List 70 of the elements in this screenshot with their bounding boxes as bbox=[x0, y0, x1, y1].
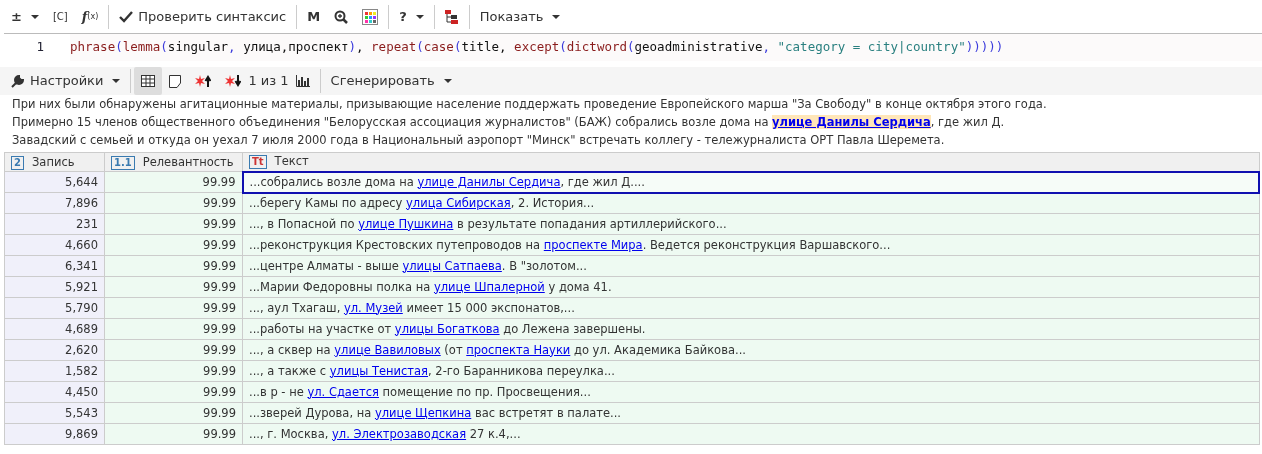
plus-minus-button[interactable]: ± bbox=[4, 2, 46, 31]
table-cell: 9,869 bbox=[4, 423, 105, 445]
table-cell: 1,582 bbox=[4, 360, 105, 382]
bar-chart-icon bbox=[295, 75, 310, 87]
table-cell: 6,341 bbox=[4, 255, 105, 277]
link[interactable]: улице Данилы Сердича bbox=[772, 115, 931, 129]
table-cell: 7,896 bbox=[4, 192, 105, 214]
link[interactable]: улице Вавиловых bbox=[334, 342, 441, 357]
check-syntax-button[interactable]: Проверить синтаксис bbox=[112, 2, 294, 31]
link[interactable]: улице Щепкина bbox=[374, 405, 472, 420]
text-cell[interactable]: ...берегу Камы по адресу улица Сибирская, 2. История... bbox=[242, 192, 1259, 214]
text-cell[interactable]: ...центре Алматы - выше улицы Сатпаева. В "золотом... bbox=[242, 255, 1259, 277]
link[interactable]: ул. Электрозаводская bbox=[332, 426, 467, 441]
table-cell: 4,660 bbox=[4, 234, 105, 256]
text-cell[interactable]: ...собрались возле дома на улице Данилы Сердича, где жил Д.... bbox=[242, 171, 1259, 193]
link[interactable]: улицы Богаткова bbox=[394, 321, 500, 336]
text-cell[interactable]: ..., г. Москва, ул. Электрозаводская 27 к.4,... bbox=[242, 423, 1259, 445]
column-header[interactable]: Релевантность bbox=[142, 154, 234, 169]
column-type-icon: 2 bbox=[11, 155, 24, 170]
show-button[interactable]: Показать bbox=[472, 2, 568, 31]
link[interactable]: улицы Сатпаева bbox=[402, 258, 502, 273]
star-down-icon bbox=[225, 74, 242, 88]
text-cell[interactable]: ...в р - не ул. Сдается помещение по пр. Просвещения... bbox=[242, 381, 1259, 403]
link[interactable]: ул. Сдается bbox=[307, 384, 379, 399]
table-cell: 4,450 bbox=[4, 381, 105, 403]
text-cell[interactable]: ..., а сквер на улице Вавиловых (от проспекта Науки до ул. Академика Байкова... bbox=[242, 339, 1259, 361]
bracket-button[interactable]: [C] bbox=[45, 2, 75, 31]
settings-button[interactable]: Настройки bbox=[4, 67, 128, 95]
table-cell: 231 bbox=[4, 213, 105, 235]
star-up-icon bbox=[195, 74, 212, 88]
preview-text: При них были обнаружены агитационные материалы, призывающие население поддержать проведение Европейского марша "За Свободу" в конце октября этого года. bbox=[12, 96, 1048, 113]
column-header[interactable]: Запись bbox=[31, 154, 75, 169]
search-icon bbox=[334, 9, 349, 24]
table-cell: 4,689 bbox=[4, 318, 105, 340]
letter-button[interactable]: ? bbox=[392, 2, 431, 31]
link[interactable]: улице Пушкина bbox=[358, 216, 454, 231]
link[interactable]: улица Сибирская bbox=[406, 195, 511, 210]
link[interactable]: проспекта Науки bbox=[466, 342, 571, 357]
note-icon bbox=[169, 74, 182, 88]
check-icon bbox=[119, 10, 134, 23]
color-grid-icon bbox=[362, 8, 379, 25]
text-cell[interactable]: ...работы на участке от улицы Богаткова до Лежена завершены. bbox=[242, 318, 1259, 340]
table-cell: 5,921 bbox=[4, 276, 105, 298]
preview-text: Завадский с семьей и откуда он уехал 7 июля 2000 года в Национальный аэропорт "Минск" встречать коллегу - тележурналиста ОРТ Павла Шеремета. bbox=[12, 132, 946, 149]
table-icon bbox=[141, 75, 156, 87]
table-cell: 5,543 bbox=[4, 402, 105, 424]
text-cell[interactable]: ...реконструкция Крестовских путепроводов на проспекте Мира. Ведется реконструкция Варшавского... bbox=[242, 234, 1259, 256]
text-cell[interactable]: ..., аул Тхагаш, ул. Музей имеет 15 000 экспонатов,... bbox=[242, 297, 1259, 319]
column-header[interactable]: Текст bbox=[274, 154, 309, 169]
generate-button[interactable]: Сгенерировать bbox=[323, 67, 459, 95]
link[interactable]: проспекте Мира bbox=[543, 237, 643, 252]
text-cell[interactable]: ...зверей Дурова, на улице Щепкина вас встретят в палате... bbox=[242, 402, 1259, 424]
tree-icon bbox=[444, 8, 459, 25]
wrench-icon bbox=[11, 74, 25, 88]
text-cell[interactable]: ..., в Попасной по улице Пушкина в результате попадания артиллерийского... bbox=[242, 213, 1259, 235]
page-info: 1 из 1 bbox=[248, 72, 289, 91]
preview-text: Примерно 15 членов общественного объединения "Белорусская ассоциация журналистов" (БАЖ) собрались возле дома на улице Данилы Сердича, где жил Д. bbox=[12, 114, 1006, 131]
link[interactable]: ул. Музей bbox=[343, 300, 403, 315]
letter-button[interactable]: M bbox=[300, 2, 328, 31]
link[interactable]: улице Шпалерной bbox=[433, 279, 545, 294]
line-number: 1 bbox=[35, 38, 45, 57]
column-type-icon: 1.1 bbox=[111, 155, 135, 170]
table-cell: 5,790 bbox=[4, 297, 105, 319]
table-cell: 5,644 bbox=[4, 171, 105, 193]
text-cell[interactable]: ...Марии Федоровны полка на улице Шпалерной у дома 41. bbox=[242, 276, 1259, 298]
link[interactable]: улицы Тенистая bbox=[329, 363, 429, 378]
table-cell: 2,620 bbox=[4, 339, 105, 361]
table-view-button[interactable] bbox=[134, 67, 163, 95]
column-type-icon: Tt bbox=[249, 155, 267, 170]
text-cell[interactable]: ..., а также с улицы Тенистая, 2-го Баранникова переулка... bbox=[242, 360, 1259, 382]
